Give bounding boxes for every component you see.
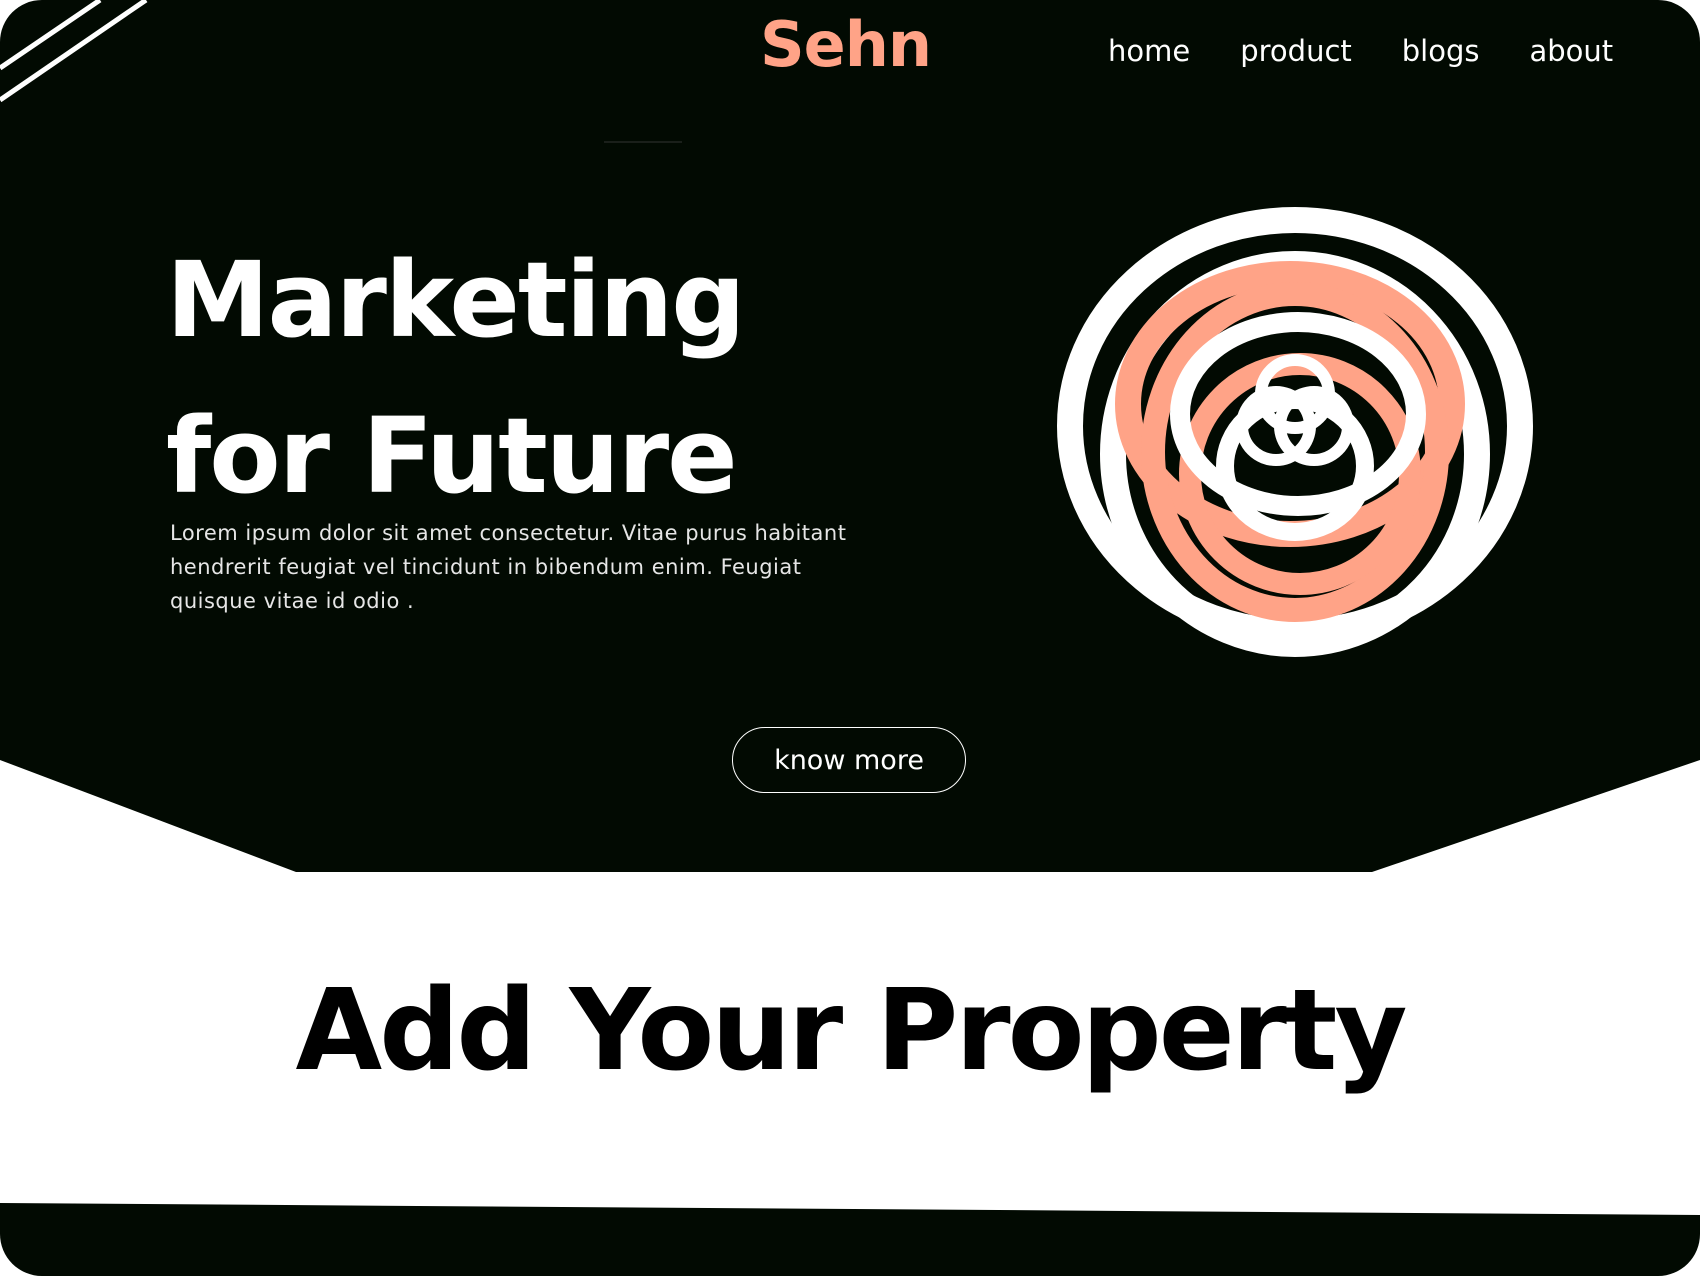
- section-title: Add Your Property: [295, 966, 1408, 1096]
- nav-item-product[interactable]: product: [1240, 34, 1352, 69]
- brand-logo[interactable]: Sehn: [760, 14, 932, 76]
- nav-item-blogs[interactable]: blogs: [1402, 34, 1480, 69]
- main-nav: home product blogs about: [1108, 34, 1613, 69]
- hero-description: Lorem ipsum dolor sit amet consectetur. …: [170, 521, 847, 613]
- nav-item-home[interactable]: home: [1108, 34, 1190, 69]
- page-frame: Sehn home product blogs about Marketing …: [0, 0, 1700, 1276]
- corner-stripes-decoration: [0, 0, 148, 103]
- hero-title-line1: Marketing: [166, 239, 746, 361]
- hero-title: Marketing for Future: [166, 222, 886, 534]
- divider: [604, 141, 682, 143]
- rose-knot-emblem-icon: [1057, 207, 1533, 657]
- know-more-button[interactable]: know more: [732, 727, 966, 793]
- nav-item-about[interactable]: about: [1530, 34, 1614, 69]
- hero-title-line2: for Future: [166, 395, 738, 517]
